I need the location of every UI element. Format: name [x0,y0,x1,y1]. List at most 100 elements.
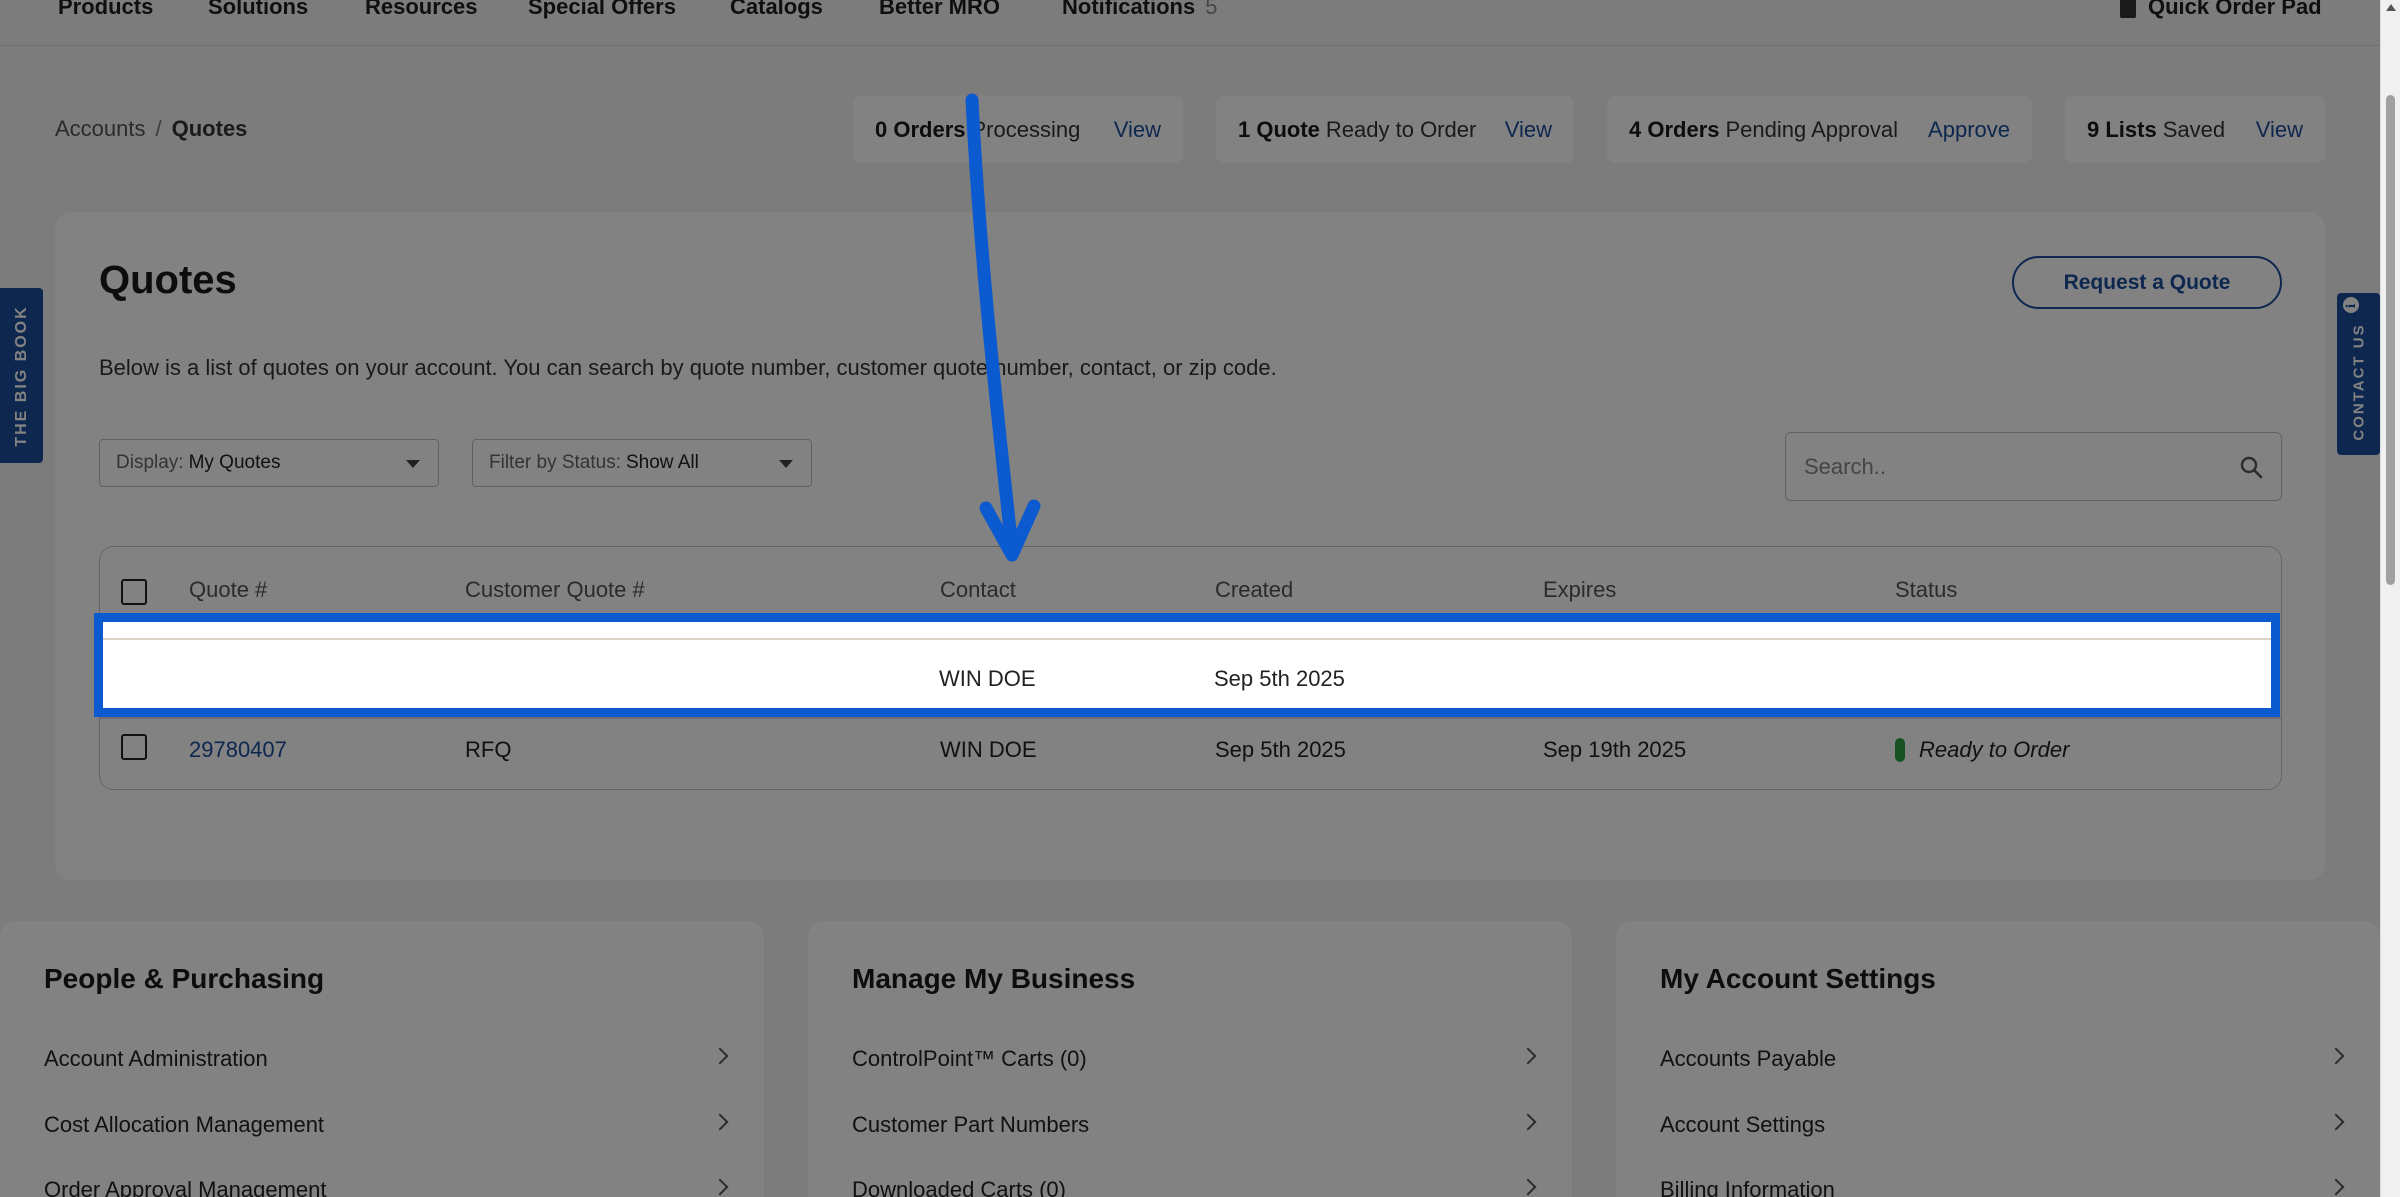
caret-down-icon [406,460,420,468]
link-downloaded-carts[interactable]: Downloaded Carts (0) [852,1177,1537,1197]
header-contact[interactable]: Contact [940,577,1016,603]
big-book-label: THE BIG BOOK [12,304,30,447]
search-icon[interactable] [2239,455,2263,479]
select-all-checkbox[interactable] [121,579,147,605]
stat-number: 1 Quote [1238,116,1320,142]
status-filter-value: Show All [626,452,699,473]
page-title: Quotes [99,258,237,302]
clipboard-icon [2120,0,2136,18]
status-text: Ready to Order [1919,737,2070,762]
display-select[interactable]: Display: My Quotes [99,439,439,487]
link-label: Downloaded Carts (0) [852,1177,1066,1197]
link-label: ControlPoint™ Carts (0) [852,1046,1087,1071]
header-status[interactable]: Status [1895,577,1957,603]
search-box [1785,432,2282,501]
link-label: Cost Allocation Management [44,1112,325,1137]
card-title: My Account Settings [1660,963,1936,994]
quick-order-pad-link[interactable]: Quick Order Pad [2120,0,2322,20]
notifications-count: 5 [1205,0,1218,19]
header-created[interactable]: Created [1215,577,1293,603]
customer-quote-cell: RFQ [465,737,512,762]
quote-number-link[interactable]: 29780407 [189,737,287,763]
display-select-value: My Quotes [188,452,281,473]
big-book-tab[interactable]: THE BIG BOOK [0,288,43,463]
chevron-right-icon [711,1047,729,1065]
link-billing-information[interactable]: Billing Information [1660,1177,2345,1197]
expires-cell: Sep 19th 2025 [1543,737,1687,762]
row-checkbox[interactable] [121,734,147,760]
nav-special-offers[interactable]: Special Offers [528,0,676,20]
nav-catalogs[interactable]: Catalogs [730,0,823,20]
request-quote-button[interactable]: Request a Quote [2012,256,2282,309]
nav-products[interactable]: Products [58,0,153,20]
contact-us-tab[interactable]: i CONTACT US [2337,293,2380,455]
link-cost-allocation[interactable]: Cost Allocation Management [44,1112,729,1138]
link-label: Accounts Payable [1660,1046,1837,1071]
nav-solutions[interactable]: Solutions [208,0,308,20]
contact-cell: WIN DOE [940,737,1037,762]
stat-number: 0 Orders [875,116,966,142]
nav-resources[interactable]: Resources [365,0,478,20]
header-expires[interactable]: Expires [1543,577,1616,603]
link-account-settings[interactable]: Account Settings [1660,1112,2345,1138]
link-label: Billing Information [1660,1177,1835,1197]
stat-number: 4 Orders [1629,116,1720,142]
chevron-right-icon [711,1178,729,1196]
link-order-approval[interactable]: Order Approval Management [44,1177,729,1197]
card-people-purchasing: People & Purchasing Account Administrati… [0,921,764,1197]
scrollbar-thumb[interactable] [2386,95,2395,585]
chevron-right-icon [1519,1047,1537,1065]
stat-number: 9 Lists [2087,116,2157,142]
stat-approve-button[interactable]: Approve [1928,117,2010,143]
scrollbar[interactable] [2380,0,2400,1197]
contact-us-label: CONTACT US [2350,323,2367,441]
status-filter-select[interactable]: Filter by Status: Show All [472,439,812,487]
display-select-label: Display: [116,452,184,473]
breadcrumb-accounts[interactable]: Accounts [55,116,146,141]
breadcrumb-separator: / [155,116,162,141]
highlighted-contact-cell: WIN DOE [939,666,1036,691]
top-navigation: Products Solutions Resources Special Off… [0,0,2380,46]
header-quote-number[interactable]: Quote # [189,577,267,603]
chevron-right-icon [1519,1178,1537,1196]
link-account-administration[interactable]: Account Administration [44,1046,729,1072]
created-cell: Sep 5th 2025 [1215,737,1346,762]
link-controlpoint-carts[interactable]: ControlPoint™ Carts (0) [852,1046,1537,1072]
stat-orders-processing: 0 Orders Processing View [853,96,1183,163]
search-input[interactable] [1804,451,2204,483]
highlighted-created-cell: Sep 5th 2025 [1214,666,1345,691]
status-filter-label: Filter by Status: [489,452,621,473]
status-badge: Ready to Order [1895,737,2069,763]
status-dot-icon [1895,738,1905,762]
stat-label: Saved [2162,116,2226,142]
link-label: Account Administration [44,1046,268,1071]
link-label: Account Settings [1660,1112,1826,1137]
highlighted-table-row[interactable]: WIN DOE Sep 5th 2025 [94,613,2280,717]
scroll-up-arrow-icon[interactable] [2386,4,2396,11]
stat-quote-ready: 1 Quote Ready to Order View [1216,96,1574,163]
breadcrumb: Accounts / Quotes [55,116,247,142]
link-accounts-payable[interactable]: Accounts Payable [1660,1046,2345,1072]
nav-notifications[interactable]: Notifications 5 [1062,0,1217,20]
stat-view-button[interactable]: View [2256,117,2303,143]
row-divider [100,717,2281,719]
chevron-right-icon [2327,1047,2345,1065]
info-icon: i [2343,297,2359,313]
header-customer-quote[interactable]: Customer Quote # [465,577,645,603]
chevron-right-icon [1519,1113,1537,1131]
stat-lists-saved: 9 Lists Saved View [2065,96,2325,163]
card-title: Manage My Business [852,963,1136,994]
card-title: People & Purchasing [44,963,325,994]
caret-down-icon [779,460,793,468]
stat-label: Pending Approval [1725,116,1898,142]
link-customer-part-numbers[interactable]: Customer Part Numbers [852,1112,1537,1138]
page-description: Below is a list of quotes on your accoun… [99,355,1277,380]
nav-better-mro[interactable]: Better MRO [879,0,1000,20]
breadcrumb-current: Quotes [171,116,248,141]
stat-view-button[interactable]: View [1114,117,1161,143]
row-divider [103,638,2271,640]
stat-view-button[interactable]: View [1505,117,1552,143]
link-label: Customer Part Numbers [852,1112,1090,1137]
card-manage-business: Manage My Business ControlPoint™ Carts (… [808,921,1572,1197]
stat-label: Processing [971,116,1081,142]
